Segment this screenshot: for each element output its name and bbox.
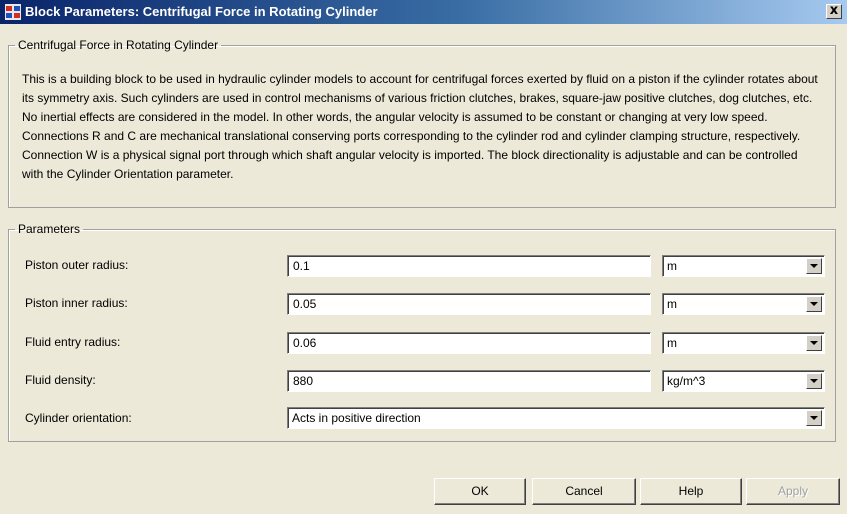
- piston-inner-radius-unit: m: [667, 297, 677, 311]
- simulink-block-icon: [5, 4, 21, 20]
- fluid-entry-radius-label: Fluid entry radius:: [25, 335, 121, 349]
- close-button[interactable]: x: [826, 4, 842, 19]
- piston-inner-radius-label: Piston inner radius:: [25, 296, 128, 310]
- ok-button[interactable]: OK: [434, 478, 526, 505]
- chevron-down-icon[interactable]: [806, 410, 822, 426]
- fluid-entry-radius-unit: m: [667, 336, 677, 350]
- piston-inner-radius-input[interactable]: 0.05: [287, 293, 651, 315]
- piston-outer-radius-label: Piston outer radius:: [25, 258, 129, 272]
- cancel-button[interactable]: Cancel: [532, 478, 636, 505]
- description-group-title: Centrifugal Force in Rotating Cylinder: [18, 38, 219, 52]
- cylinder-orientation-label: Cylinder orientation:: [25, 411, 132, 425]
- piston-outer-radius-unit: m: [667, 259, 677, 273]
- piston-inner-radius-unit-select[interactable]: m: [662, 293, 825, 315]
- chevron-down-icon[interactable]: [806, 296, 822, 312]
- chevron-down-icon[interactable]: [806, 335, 822, 351]
- fluid-density-input[interactable]: 880: [287, 370, 651, 392]
- chevron-down-icon[interactable]: [806, 258, 822, 274]
- fluid-density-label: Fluid density:: [25, 373, 96, 387]
- window-title: Block Parameters: Centrifugal Force in R…: [25, 4, 378, 19]
- chevron-down-icon[interactable]: [806, 373, 822, 389]
- title-bar: Block Parameters: Centrifugal Force in R…: [0, 0, 847, 24]
- fluid-entry-radius-input[interactable]: 0.06: [287, 332, 651, 354]
- block-description: This is a building block to be used in h…: [22, 72, 818, 181]
- close-icon: x: [829, 3, 839, 18]
- parameters-group-title: Parameters: [18, 222, 81, 236]
- cylinder-orientation-value: Acts in positive direction: [292, 411, 421, 425]
- help-button[interactable]: Help: [640, 478, 742, 505]
- fluid-entry-radius-unit-select[interactable]: m: [662, 332, 825, 354]
- cylinder-orientation-select[interactable]: Acts in positive direction: [287, 407, 825, 429]
- fluid-density-unit-select[interactable]: kg/m^3: [662, 370, 825, 392]
- fluid-density-unit: kg/m^3: [667, 374, 706, 388]
- apply-button[interactable]: Apply: [746, 478, 840, 505]
- piston-outer-radius-input[interactable]: 0.1: [287, 255, 651, 277]
- piston-outer-radius-unit-select[interactable]: m: [662, 255, 825, 277]
- description-group: Centrifugal Force in Rotating Cylinder T…: [8, 38, 836, 208]
